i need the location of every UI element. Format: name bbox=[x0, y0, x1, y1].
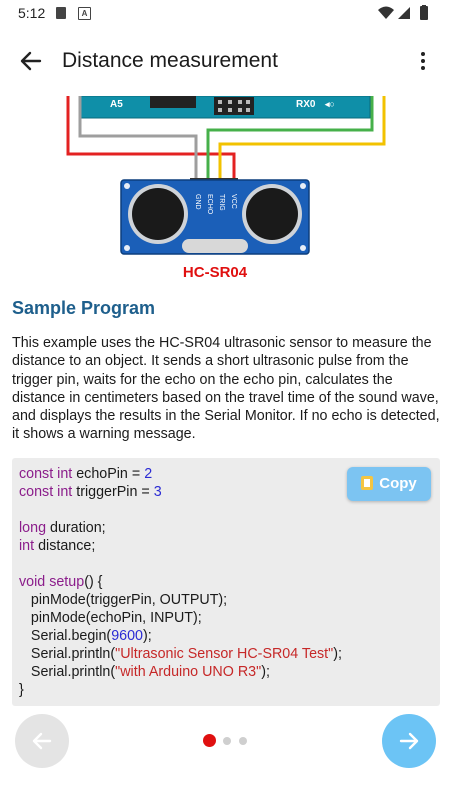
code-token: const int bbox=[19, 466, 73, 482]
code-line: const int echoPin = 2 bbox=[19, 465, 342, 483]
code-line: pinMode(echoPin, INPUT); bbox=[19, 609, 342, 627]
code-token: ); bbox=[143, 628, 152, 644]
code-token: 2 bbox=[144, 466, 153, 482]
code-token: const int bbox=[19, 484, 73, 500]
arrow-left-icon bbox=[32, 732, 52, 750]
status-bar: 5:12 A bbox=[0, 0, 450, 26]
code-token: 9600 bbox=[111, 628, 143, 644]
board-label-rx0: RX0 bbox=[296, 99, 316, 110]
code-token: triggerPin = bbox=[72, 484, 154, 500]
page-dot bbox=[239, 737, 247, 745]
code-line: void setup() { bbox=[19, 573, 342, 591]
arrow-right-icon bbox=[399, 732, 419, 750]
next-button[interactable] bbox=[382, 714, 436, 768]
prev-button[interactable] bbox=[15, 714, 69, 768]
app-bar: Distance measurement bbox=[0, 26, 450, 96]
code-line: int distance; bbox=[19, 537, 342, 555]
code-line: Serial.println("Ultrasonic Sensor HC-SR0… bbox=[19, 645, 342, 663]
pin-label-trig: TRIG bbox=[218, 194, 225, 211]
code-line: const int triggerPin = 3 bbox=[19, 483, 342, 501]
code-token: ); bbox=[333, 646, 342, 662]
wifi-icon bbox=[378, 6, 394, 19]
a-icon: A bbox=[78, 7, 91, 20]
code-token: long bbox=[19, 520, 47, 536]
arrow-back-icon[interactable] bbox=[16, 46, 46, 76]
section-description: This example uses the HC-SR04 ultrasonic… bbox=[12, 335, 440, 443]
code-token: Serial.println( bbox=[19, 664, 116, 680]
status-time: 5:12 bbox=[18, 5, 46, 21]
wiring-diagram: A5 RX0 ◂○ GND ECHO TRIG VCC HC-SR04 bbox=[66, 96, 386, 281]
page-title: Distance measurement bbox=[62, 49, 278, 72]
cell-signal-icon bbox=[398, 7, 410, 19]
code-line: pinMode(triggerPin, OUTPUT); bbox=[19, 591, 342, 609]
sensor-caption: HC-SR04 bbox=[183, 264, 248, 281]
copy-label: Copy bbox=[379, 475, 417, 492]
code-token: () { bbox=[84, 574, 103, 590]
code-token: "with Arduino UNO R3" bbox=[115, 664, 262, 680]
code-token: void setup bbox=[19, 574, 85, 590]
code-token: int bbox=[19, 538, 35, 554]
code-line: long duration; bbox=[19, 519, 342, 537]
code-line: Serial.begin(9600); bbox=[19, 627, 342, 645]
pin-label-echo: ECHO bbox=[206, 194, 213, 215]
clipboard-icon bbox=[361, 476, 374, 490]
code-line: Serial.println("with Arduino UNO R3"); bbox=[19, 663, 342, 681]
code-token: pinMode(echoPin, INPUT); bbox=[19, 610, 202, 626]
code-token: duration; bbox=[46, 520, 106, 536]
code-token: distance; bbox=[34, 538, 96, 554]
code-token: 3 bbox=[153, 484, 162, 500]
pin-label-vcc: VCC bbox=[230, 194, 237, 209]
pin-label-gnd: GND bbox=[194, 194, 201, 210]
battery-icon bbox=[420, 6, 428, 20]
sd-card-icon bbox=[56, 7, 66, 19]
svg-text:◂○: ◂○ bbox=[324, 99, 335, 109]
code-token: Serial.begin( bbox=[19, 628, 112, 644]
code-token: echoPin = bbox=[72, 466, 145, 482]
code-lines: const int echoPin = 2 const int triggerPi… bbox=[19, 465, 342, 699]
more-vert-icon[interactable] bbox=[418, 52, 428, 72]
page-dot bbox=[203, 734, 216, 747]
code-token: } bbox=[19, 682, 24, 698]
code-token: pinMode(triggerPin, OUTPUT); bbox=[19, 592, 228, 608]
status-icons bbox=[378, 5, 428, 20]
board-label-a5: A5 bbox=[110, 99, 123, 110]
page-dot bbox=[223, 737, 231, 745]
code-token: "Ultrasonic Sensor HC-SR04 Test" bbox=[115, 646, 334, 662]
section-title: Sample Program bbox=[12, 298, 156, 318]
code-line: } bbox=[19, 681, 342, 699]
code-token: Serial.println( bbox=[19, 646, 116, 662]
code-token: ); bbox=[261, 664, 270, 680]
copy-button[interactable]: Copy bbox=[347, 467, 431, 501]
